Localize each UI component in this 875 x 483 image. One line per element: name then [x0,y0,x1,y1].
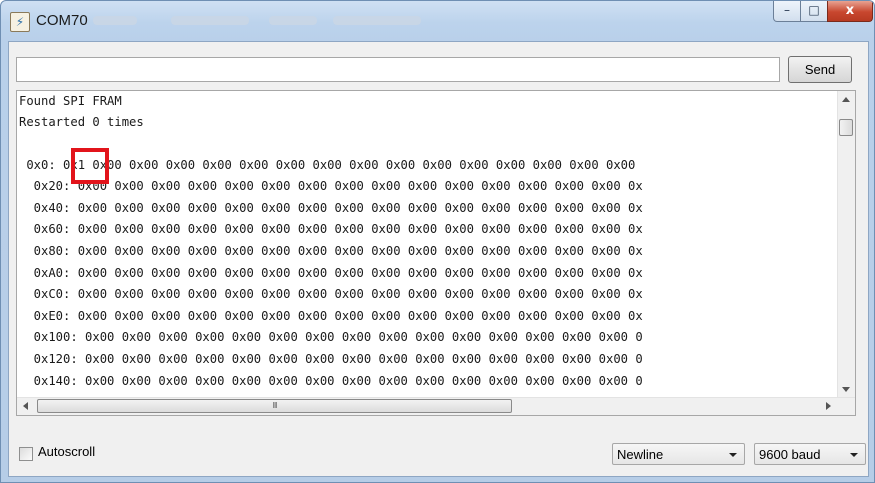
serial-monitor-icon[interactable]: ⚡ [10,12,30,32]
baud-rate-select[interactable]: 9600 baud [754,443,866,465]
output-line: 0x120: 0x00 0x00 0x00 0x00 0x00 0x00 0x0… [19,352,643,366]
output-line: 0x60: 0x00 0x00 0x00 0x00 0x00 0x00 0x00… [19,222,643,236]
vertical-scroll-thumb[interactable] [839,119,853,136]
output-line: 0x0: 0x1 0x00 0x00 0x00 0x00 0x00 0x00 0… [19,158,636,172]
maximize-icon[interactable]: □ [800,1,828,22]
output-line: Restarted 0 times [19,115,144,129]
title-bar-obscured-tab [171,16,249,25]
scrollbar-corner [838,398,855,415]
scroll-left-icon[interactable] [23,402,28,410]
output-line: Found SPI FRAM [19,94,122,108]
title-bar-obscured-tab [93,16,137,25]
output-text: Found SPI FRAM Restarted 0 times 0x0: 0x… [17,91,842,398]
output-line: 0x100: 0x00 0x00 0x00 0x00 0x00 0x00 0x0… [19,330,643,344]
serial-output-area[interactable]: Found SPI FRAM Restarted 0 times 0x0: 0x… [16,90,856,416]
baud-rate-value: 9600 baud [759,447,821,462]
window-title: COM70 [36,12,88,29]
scroll-right-icon[interactable] [826,402,831,410]
vertical-scrollbar[interactable] [837,91,855,398]
title-bar[interactable]: ⚡ COM70 – □ x [1,1,874,41]
send-button[interactable]: Send [788,56,852,83]
output-line: 0xA0: 0x00 0x00 0x00 0x00 0x00 0x00 0x00… [19,266,643,280]
serial-input-field[interactable] [16,57,780,82]
title-bar-obscured-tab [333,16,421,25]
line-ending-value: Newline [617,447,664,462]
output-line: 0x20: 0x00 0x00 0x00 0x00 0x00 0x00 0x00… [19,179,643,193]
scroll-up-icon[interactable] [842,97,850,102]
output-line: 0xC0: 0x00 0x00 0x00 0x00 0x00 0x00 0x00… [19,287,643,301]
output-line: 0x80: 0x00 0x00 0x00 0x00 0x00 0x00 0x00… [19,244,643,258]
line-ending-select[interactable]: Newline [612,443,745,465]
minimize-icon[interactable]: – [773,1,801,22]
highlight-box [71,148,109,184]
scroll-down-icon[interactable] [842,387,850,392]
horizontal-scroll-thumb[interactable]: III [37,399,512,413]
output-line: 0x140: 0x00 0x00 0x00 0x00 0x00 0x00 0x0… [19,374,643,388]
chevron-down-icon [729,453,737,457]
title-bar-obscured-tab [269,16,317,25]
horizontal-scrollbar[interactable]: III [17,397,855,415]
output-line: 0xE0: 0x00 0x00 0x00 0x00 0x00 0x00 0x00… [19,309,643,323]
output-line: 0x40: 0x00 0x00 0x00 0x00 0x00 0x00 0x00… [19,201,643,215]
chevron-down-icon [850,453,858,457]
autoscroll-checkbox[interactable] [19,447,33,461]
autoscroll-label[interactable]: Autoscroll [38,444,95,459]
close-icon[interactable]: x [827,1,873,22]
